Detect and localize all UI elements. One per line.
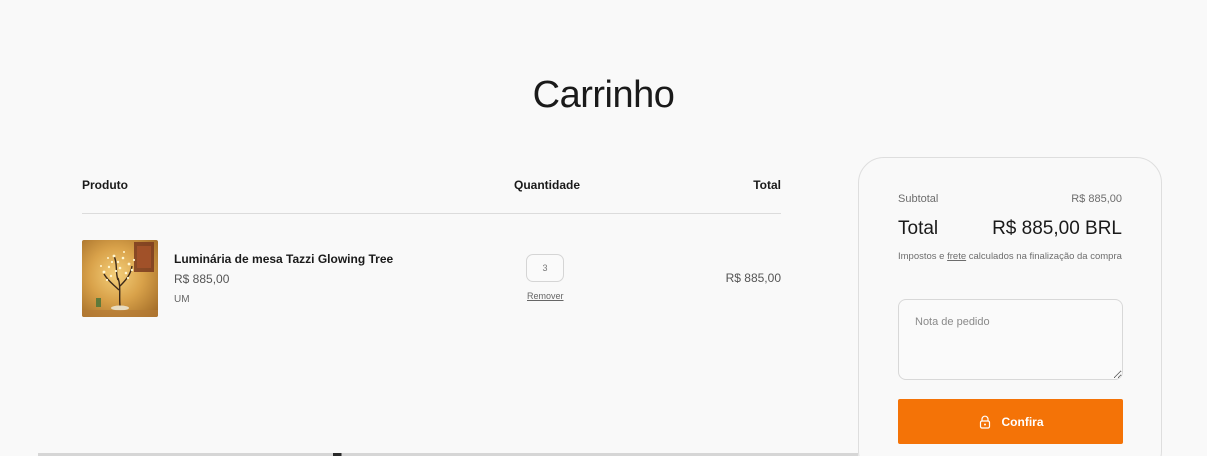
product-thumbnail[interactable] [82, 240, 158, 317]
product-variant: UM [174, 294, 190, 305]
tax-shipping-note: Impostos e frete calculados na finalizaç… [898, 250, 1124, 264]
cart-item-row: Luminária de mesa Tazzi Glowing Tree R$ … [82, 214, 781, 334]
glowing-tree-lamp-image [82, 242, 158, 317]
page-title: Carrinho [532, 74, 675, 116]
header-quantity: Quantidade [514, 178, 581, 192]
header-total: Total [753, 178, 781, 192]
subtotal-label: Subtotal [898, 193, 939, 205]
cart-table-header: Produto Quantidade Total [82, 176, 781, 214]
order-note-textarea[interactable] [898, 299, 1123, 380]
remove-item-link[interactable]: Remover [527, 291, 564, 301]
shipping-link[interactable]: frete [947, 251, 966, 262]
quantity-input[interactable]: 3 [526, 254, 564, 282]
line-total: R$ 885,00 [725, 271, 781, 285]
product-name[interactable]: Luminária de mesa Tazzi Glowing Tree [174, 252, 393, 266]
tax-note-prefix: Impostos e [898, 251, 948, 262]
checkout-label: Confira [1001, 414, 1044, 429]
total-value: R$ 885,00 BRL [992, 218, 1122, 239]
total-label: Total [898, 218, 939, 239]
product-unit-price: R$ 885,00 [174, 272, 230, 286]
header-product: Produto [82, 178, 128, 192]
lock-icon [978, 415, 992, 429]
subtotal-value: R$ 885,00 [1071, 193, 1122, 205]
order-summary-panel: Subtotal R$ 885,00 Total R$ 885,00 BRL I… [858, 157, 1162, 456]
tax-note-suffix: calculados na finalização da compra [966, 251, 1122, 262]
checkout-button[interactable]: Confira [898, 399, 1123, 444]
cart-table: Produto Quantidade Total Luminária de me… [82, 176, 781, 334]
